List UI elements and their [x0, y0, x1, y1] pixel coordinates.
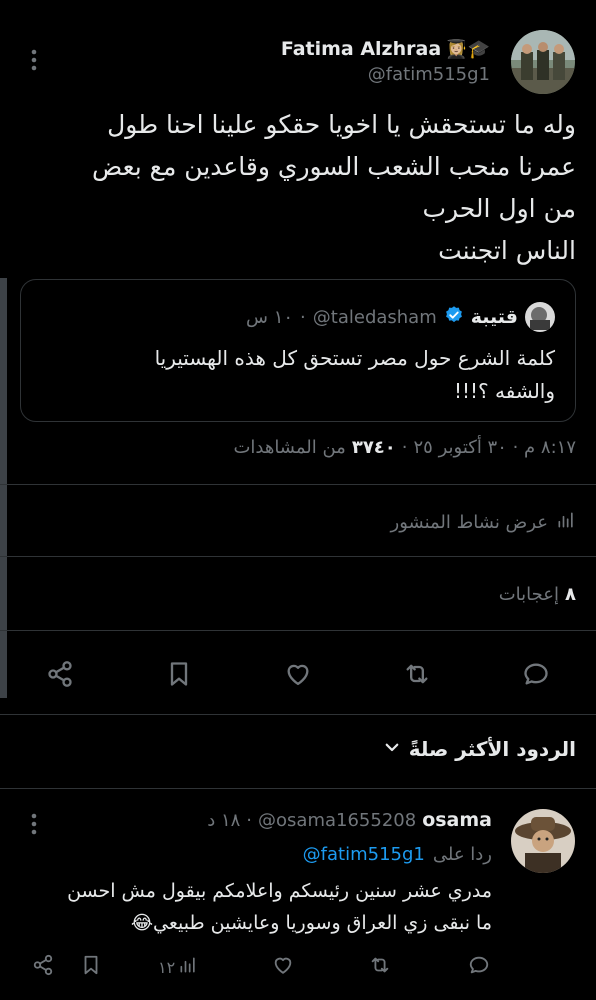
replying-to-label: ردا على [432, 844, 492, 865]
replies-sort-selector[interactable]: الردود الأكثر صلةً [383, 737, 576, 761]
quoted-tweet[interactable]: قتيبة @taledasham · ١٠ س كلمة الشرع حول … [20, 279, 576, 422]
divider [0, 484, 596, 485]
tweet-body-line: الناس اتجننت [438, 236, 576, 265]
tweet-body: وله ما تستحقش يا اخويا حقكو علينا احنا ط… [16, 104, 576, 272]
post-activity-label: عرض نشاط المنشور [390, 512, 548, 533]
reply-time: ١٨ د [207, 809, 241, 831]
quoted-time: ١٠ س [246, 306, 294, 328]
more-icon[interactable] [27, 812, 41, 836]
views-count: ٣٧٤٠ [351, 437, 396, 458]
share-icon[interactable] [32, 954, 54, 980]
tweet-meta: ٨:١٧ م · ٣٠ أكتوبر ٢٥ · ٣٧٤٠ من المشاهدا… [233, 437, 576, 458]
replies-section-title: الردود الأكثر صلةً [408, 737, 576, 761]
retweet-icon[interactable] [401, 658, 433, 690]
reply-header: ١٨ د · @osama1655208 osama [207, 809, 492, 831]
author-handle[interactable]: @fatim515g1 [368, 64, 490, 85]
author-name[interactable]: Fatima Alzhraa [281, 38, 441, 60]
quoted-text-line: كلمة الشرع حول مصر تستحق كل هذه الهستيري… [154, 346, 555, 370]
divider [0, 556, 596, 557]
tweet-body-line: وله ما تستحقش يا اخويا حقكو علينا احنا ط… [107, 110, 576, 139]
reply-icon[interactable] [520, 658, 552, 690]
reply-body: مدري عشر سنين رئيسكم واعلامكم بيقول مش ا… [22, 875, 492, 939]
divider [0, 714, 596, 715]
tweet-body-line: من اول الحرب [422, 194, 576, 223]
author-avatar[interactable] [511, 30, 575, 94]
tweet-body-line: عمرنا منحب الشعب السوري وقاعدين مع بعض [92, 152, 576, 181]
reply-handle[interactable]: @osama1655208 [258, 810, 416, 831]
reply-views-count: ١٢ [158, 957, 176, 977]
author-name-row[interactable]: Fatima Alzhraa 👩🏼‍🎓🎓 [281, 38, 490, 60]
quoted-author-name[interactable]: قتيبة [471, 306, 518, 328]
quoted-text: كلمة الشرع حول مصر تستحق كل هذه الهستيري… [35, 342, 555, 408]
bookmark-icon[interactable] [163, 658, 195, 690]
author-emoji: 👩🏼‍🎓🎓 [445, 38, 490, 60]
like-icon[interactable] [282, 658, 314, 690]
reply-body-line: مدري عشر سنين رئيسكم واعلامكم بيقول مش ا… [67, 880, 492, 902]
post-activity-link[interactable]: عرض نشاط المنشور [391, 510, 576, 535]
quoted-dot: · [300, 306, 306, 328]
quoted-avatar[interactable] [525, 302, 555, 332]
likes-count: ٨ [565, 584, 576, 605]
more-icon[interactable] [27, 48, 41, 72]
divider [0, 788, 596, 789]
verified-icon [444, 305, 464, 329]
replying-to: ردا على @fatim515g1 [303, 844, 492, 865]
tweet-timestamp[interactable]: ٨:١٧ م · ٣٠ أكتوبر ٢٥ [414, 437, 576, 458]
reply-author-name[interactable]: osama [422, 809, 492, 831]
quoted-text-line: والشفه ؟!!! [453, 379, 555, 403]
reply-icon[interactable] [468, 954, 490, 980]
reply-dot: · [246, 809, 253, 831]
meta-dot: · [401, 437, 408, 458]
chevron-down-icon [383, 738, 401, 760]
likes-label: إعجابات [498, 584, 559, 605]
reply-body-line: ما نبقى زي العراق وسوريا وعايشين طبيعي😂 [130, 912, 492, 934]
views-label: من المشاهدات [233, 437, 346, 458]
analytics-icon [556, 510, 576, 535]
analytics-icon [178, 955, 198, 979]
thread-line [0, 278, 7, 698]
share-icon[interactable] [44, 658, 76, 690]
reply-views[interactable]: ١٢ [158, 955, 198, 979]
quoted-header: قتيبة @taledasham · ١٠ س [246, 302, 555, 332]
retweet-icon[interactable] [368, 954, 392, 980]
likes-link[interactable]: ٨ إعجابات [499, 584, 576, 605]
bookmark-icon[interactable] [80, 954, 102, 980]
divider [0, 630, 596, 631]
replying-to-handle[interactable]: @fatim515g1 [303, 844, 425, 865]
like-icon[interactable] [272, 954, 294, 980]
quoted-handle[interactable]: @taledasham [313, 307, 437, 328]
reply-avatar[interactable] [511, 809, 575, 873]
